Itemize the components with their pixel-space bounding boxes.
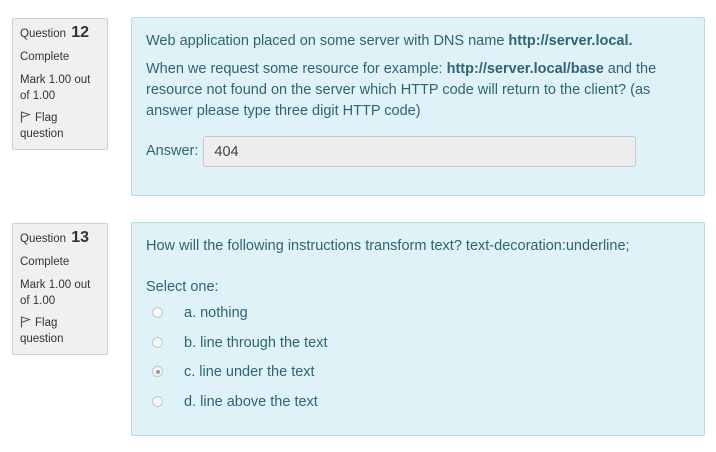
answer-row: Answer: — [146, 136, 690, 167]
question-text-2: When we request some resource for exampl… — [146, 59, 690, 122]
question-url: http://server.local/base — [446, 61, 604, 77]
flag-icon — [20, 316, 32, 328]
question-url: http://server.local. — [508, 33, 633, 49]
question-13-content: How will the following instructions tran… — [131, 222, 705, 436]
answer-input[interactable] — [203, 136, 637, 167]
question-text: Web application placed on some server wi… — [146, 31, 690, 52]
question-state: Complete — [20, 51, 70, 63]
option-label: b. line through the text — [184, 334, 328, 351]
question-grade: Mark 1.00 out of 1.00 — [20, 74, 91, 102]
answer-options: a. nothing b. line through the text c. l… — [146, 299, 690, 417]
question-label: Question — [20, 233, 67, 245]
radio-button-a[interactable] — [152, 307, 163, 319]
radio-button-c[interactable] — [152, 366, 163, 378]
option-label: c. line under the text — [184, 364, 315, 381]
option-c[interactable]: c. line under the text — [146, 358, 690, 388]
flag-question-link[interactable]: Flag question — [20, 110, 100, 142]
question-state: Complete — [20, 256, 70, 268]
question-grade: Mark 1.00 out of 1.00 — [20, 279, 91, 307]
option-b[interactable]: b. line through the text — [146, 329, 690, 359]
option-label: d. line above the text — [184, 393, 318, 410]
question-number: Question 12 — [20, 25, 100, 42]
question-text-part: When we request some resource for exampl… — [146, 61, 447, 77]
option-label: a. nothing — [184, 305, 248, 322]
select-one-label: Select one: — [146, 279, 219, 295]
question-number: Question 13 — [20, 230, 100, 247]
question-text: How will the following instructions tran… — [146, 238, 630, 254]
question-number-value: 13 — [71, 229, 90, 246]
radio-button-d[interactable] — [152, 395, 163, 407]
question-12-content: Web application placed on some server wi… — [131, 17, 705, 196]
question-13-info: Question 13 Complete Mark 1.00 out of 1.… — [12, 223, 108, 355]
question-label: Question — [20, 28, 67, 40]
question-number-value: 12 — [71, 24, 90, 41]
radio-button-b[interactable] — [152, 336, 163, 348]
option-d[interactable]: d. line above the text — [146, 388, 690, 418]
option-a[interactable]: a. nothing — [146, 299, 690, 329]
question-text-part: Web application placed on some server wi… — [146, 33, 509, 49]
answer-label: Answer: — [146, 143, 199, 159]
flag-icon — [20, 111, 32, 123]
flag-question-link[interactable]: Flag question — [20, 315, 100, 347]
question-12-info: Question 12 Complete Mark 1.00 out of 1.… — [12, 18, 108, 150]
